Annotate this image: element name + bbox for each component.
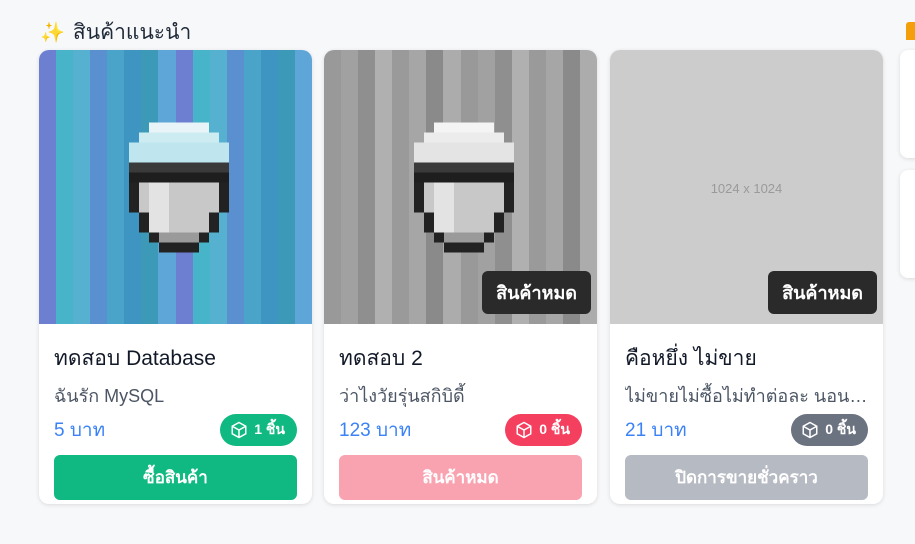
product-subtitle: ฉันรัก MySQL [54,386,165,406]
product-subtitle: ไม่ขายไม่ซื้อไม่ทำต่อละ นอนเล่นดีกว่า [625,386,868,406]
product-title: ทดสอบ Database [54,347,216,370]
box-icon [802,421,818,439]
box-icon [231,421,247,439]
side-card-partial[interactable] [900,170,915,278]
product-card[interactable]: ทดสอบ Database ฉันรัก MySQL 5 บาท 1 ชิ้น… [39,50,312,504]
section-header: ✨ สินค้าแนะนำ [40,16,191,49]
product-card[interactable]: 1024 x 1024 สินค้าหมด คือหยึ่ง ไม่ขาย ไม… [610,50,883,504]
section-title: สินค้าแนะนำ [72,21,192,44]
stock-count: 1 ชิ้น [254,421,285,437]
stock-badge: 1 ชิ้น [220,414,297,446]
soldout-badge: สินค้าหมด [482,271,591,314]
disabled-sale-button[interactable]: ปิดการขายชั่วคราว [625,455,868,500]
product-subtitle: ว่าไงวัยรุ่นสกิบิดี้ [339,386,465,406]
bucket-image [129,122,229,253]
product-price: 21 บาท [625,420,687,441]
stock-badge: 0 ชิ้น [505,414,582,446]
product-title: ทดสอบ 2 [339,347,423,370]
bucket-image [414,122,514,253]
image-placeholder-text: 1024 x 1024 [710,181,783,196]
side-card-partial[interactable] [900,50,915,158]
stock-count: 0 ชิ้น [539,421,570,437]
box-icon [516,421,532,439]
product-card[interactable]: สินค้าหมด ทดสอบ 2 ว่าไงวัยรุ่นสกิบิดี้ 1… [324,50,597,504]
product-image[interactable]: สินค้าหมด [324,50,597,324]
product-image[interactable] [39,50,312,324]
next-section-accent [906,22,915,40]
product-price: 123 บาท [339,420,412,441]
stock-badge: 0 ชิ้น [791,414,868,446]
product-image-placeholder[interactable]: 1024 x 1024 สินค้าหมด [610,50,883,324]
stock-count: 0 ชิ้น [825,421,856,437]
product-title: คือหยึ่ง ไม่ขาย [625,347,757,370]
buy-button[interactable]: ซื้อสินค้า [54,455,297,500]
sold-out-button[interactable]: สินค้าหมด [339,455,582,500]
product-price: 5 บาท [54,420,106,441]
soldout-badge: สินค้าหมด [768,271,877,314]
sparkles-icon: ✨ [40,22,65,44]
